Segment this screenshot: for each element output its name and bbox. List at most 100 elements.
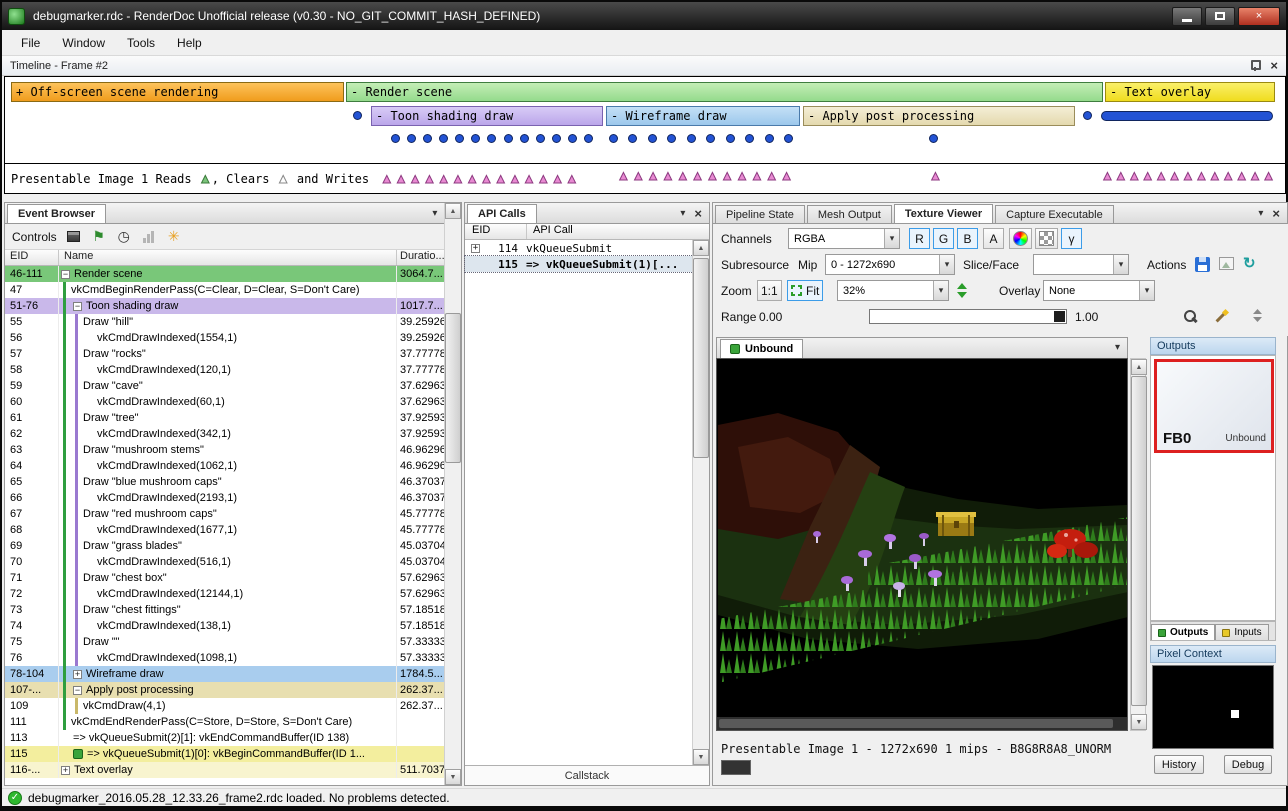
minimize-button[interactable] bbox=[1172, 7, 1202, 26]
tree-expand-icon[interactable]: + bbox=[471, 244, 480, 253]
event-row[interactable]: 74vkCmdDrawIndexed(138,1)57.18518 bbox=[5, 618, 446, 634]
event-row[interactable]: 66vkCmdDrawIndexed(2193,1)46.37037 bbox=[5, 490, 446, 506]
api-calls-scrollbar[interactable]: ▲ ▼ bbox=[692, 240, 709, 765]
zoom-fit-button[interactable]: Fit bbox=[787, 280, 823, 301]
timeline-bar-wireframe[interactable]: - Wireframe draw bbox=[606, 106, 800, 126]
api-row-selected[interactable]: 115 => vkQueueSubmit(1)[... bbox=[465, 256, 693, 272]
tree-toggle-icon[interactable]: + bbox=[73, 670, 82, 679]
tree-toggle-icon[interactable]: − bbox=[73, 302, 82, 311]
timeline-bar-offscreen[interactable]: + Off-screen scene rendering bbox=[11, 82, 344, 102]
event-row[interactable]: 57Draw "rocks"37.77778 bbox=[5, 346, 446, 362]
tree-toggle-icon[interactable]: + bbox=[61, 766, 70, 775]
zoom-dropdown[interactable]: 32% ▾ bbox=[837, 280, 949, 301]
event-row[interactable]: 62vkCmdDrawIndexed(342,1)37.92593 bbox=[5, 426, 446, 442]
tab-texture-viewer[interactable]: Texture Viewer bbox=[894, 204, 993, 223]
column-name[interactable]: Name bbox=[59, 250, 396, 265]
scroll-down-icon[interactable]: ▼ bbox=[1131, 714, 1147, 730]
panel-close-icon[interactable]: × bbox=[694, 209, 702, 219]
draw-dot[interactable] bbox=[667, 134, 676, 143]
draw-dot[interactable] bbox=[504, 134, 513, 143]
maximize-button[interactable] bbox=[1205, 7, 1235, 26]
reset-range-button[interactable] bbox=[1253, 309, 1262, 322]
panel-menu-icon[interactable]: ▾ bbox=[432, 208, 437, 219]
channel-a-button[interactable]: A bbox=[983, 228, 1004, 249]
timeline-bar-text-overlay[interactable]: - Text overlay bbox=[1105, 82, 1275, 102]
overlay-dropdown[interactable]: None ▾ bbox=[1043, 280, 1155, 301]
timeline-close-icon[interactable]: × bbox=[1270, 60, 1278, 71]
draw-dot[interactable] bbox=[487, 134, 496, 143]
draw-dot[interactable] bbox=[439, 134, 448, 143]
save-texture-button[interactable] bbox=[1195, 257, 1210, 272]
tab-outputs[interactable]: Outputs bbox=[1151, 624, 1215, 640]
scroll-up-icon[interactable]: ▲ bbox=[445, 203, 461, 219]
api-row[interactable]: + 114 vkQueueSubmit bbox=[465, 240, 693, 256]
tab-pipeline-state[interactable]: Pipeline State bbox=[715, 205, 805, 223]
timeline-bar-toon-shading[interactable]: - Toon shading draw bbox=[371, 106, 603, 126]
tree-toggle-icon[interactable]: − bbox=[61, 270, 70, 279]
autofit-range-button[interactable] bbox=[1213, 309, 1229, 325]
panel-close-icon[interactable]: × bbox=[1272, 209, 1280, 219]
tab-mesh-output[interactable]: Mesh Output bbox=[807, 205, 892, 223]
draw-dot[interactable] bbox=[568, 134, 577, 143]
flip-y-button[interactable] bbox=[957, 283, 967, 298]
options-button[interactable]: ✳ bbox=[166, 229, 182, 245]
event-row[interactable]: 73Draw "chest fittings"57.18518 bbox=[5, 602, 446, 618]
scroll-down-icon[interactable]: ▼ bbox=[445, 769, 461, 785]
scroll-handle[interactable] bbox=[445, 313, 461, 463]
timeline-text-draws-pill[interactable] bbox=[1101, 111, 1273, 121]
draw-dot[interactable] bbox=[726, 134, 735, 143]
column-duration[interactable]: Duratio... bbox=[396, 250, 446, 265]
slice-face-dropdown[interactable]: ▾ bbox=[1033, 254, 1129, 275]
event-row[interactable]: 60vkCmdDrawIndexed(60,1)37.62963 bbox=[5, 394, 446, 410]
texture-vscrollbar[interactable]: ▲ ▼ bbox=[1130, 358, 1146, 731]
texture-preview[interactable] bbox=[716, 358, 1128, 731]
column-eid[interactable]: EID bbox=[5, 250, 59, 265]
event-row[interactable]: 47vkCmdBeginRenderPass(C=Clear, D=Clear,… bbox=[5, 282, 446, 298]
event-row[interactable]: 67Draw "red mushroom caps"45.77778 bbox=[5, 506, 446, 522]
event-row[interactable]: 116-...+Text overlay511.7037 bbox=[5, 762, 446, 778]
menu-tools[interactable]: Tools bbox=[116, 32, 166, 54]
draw-dot[interactable] bbox=[471, 134, 480, 143]
event-row[interactable]: 63Draw "mushroom stems"46.96296 bbox=[5, 442, 446, 458]
event-row[interactable]: 46-111−Render scene3064.7... bbox=[5, 266, 446, 282]
scroll-handle[interactable] bbox=[693, 258, 709, 458]
draw-dot[interactable] bbox=[706, 134, 715, 143]
event-row[interactable]: 70vkCmdDrawIndexed(516,1)45.03704 bbox=[5, 554, 446, 570]
draw-dot[interactable] bbox=[609, 134, 618, 143]
clock-button[interactable]: ◷ bbox=[116, 229, 132, 245]
draw-dot[interactable] bbox=[520, 134, 529, 143]
event-row[interactable]: 72vkCmdDrawIndexed(12144,1)57.62963 bbox=[5, 586, 446, 602]
scroll-handle[interactable] bbox=[1131, 376, 1147, 706]
scroll-up-icon[interactable]: ▲ bbox=[1131, 359, 1147, 375]
draw-dot[interactable] bbox=[584, 134, 593, 143]
tab-inputs[interactable]: Inputs bbox=[1215, 624, 1268, 640]
event-row[interactable]: 68vkCmdDrawIndexed(1677,1)45.77778 bbox=[5, 522, 446, 538]
channel-b-button[interactable]: B bbox=[957, 228, 978, 249]
event-row[interactable]: 69Draw "grass blades"45.03704 bbox=[5, 538, 446, 554]
draw-dot[interactable] bbox=[745, 134, 754, 143]
event-row[interactable]: 115=> vkQueueSubmit(1)[0]: vkBeginComman… bbox=[5, 746, 446, 762]
event-row[interactable]: 75Draw ""57.33333 bbox=[5, 634, 446, 650]
event-row[interactable]: 64vkCmdDrawIndexed(1062,1)46.96296 bbox=[5, 458, 446, 474]
callstack-section[interactable]: Callstack bbox=[465, 765, 709, 785]
history-button[interactable]: History bbox=[1154, 755, 1204, 774]
draw-dot[interactable] bbox=[536, 134, 545, 143]
tree-toggle-icon[interactable]: − bbox=[73, 686, 82, 695]
draw-dot[interactable] bbox=[648, 134, 657, 143]
menu-file[interactable]: File bbox=[10, 32, 51, 54]
debug-button[interactable]: Debug bbox=[1224, 755, 1272, 774]
event-row[interactable]: 56vkCmdDrawIndexed(1554,1)39.25926 bbox=[5, 330, 446, 346]
bookmark-button[interactable]: ⚑ bbox=[91, 229, 107, 245]
event-row[interactable]: 61Draw "tree"37.92593 bbox=[5, 410, 446, 426]
timeline-usage-row[interactable]: Presentable Image 1 Reads ▲, Clears ▲ an… bbox=[4, 164, 1286, 194]
event-row[interactable]: 107-...−Apply post processing262.37... bbox=[5, 682, 446, 698]
texture-hscrollbar[interactable] bbox=[717, 717, 1127, 730]
panel-menu-icon[interactable]: ▾ bbox=[680, 208, 685, 219]
draw-dot[interactable] bbox=[784, 134, 793, 143]
time-draws-button[interactable] bbox=[66, 229, 82, 245]
open-image-button[interactable] bbox=[1219, 257, 1234, 270]
draw-dot[interactable] bbox=[423, 134, 432, 143]
timeline-bar-post-processing[interactable]: - Apply post processing bbox=[803, 106, 1075, 126]
background-button[interactable] bbox=[1035, 228, 1058, 249]
event-row[interactable]: 111vkCmdEndRenderPass(C=Store, D=Store, … bbox=[5, 714, 446, 730]
